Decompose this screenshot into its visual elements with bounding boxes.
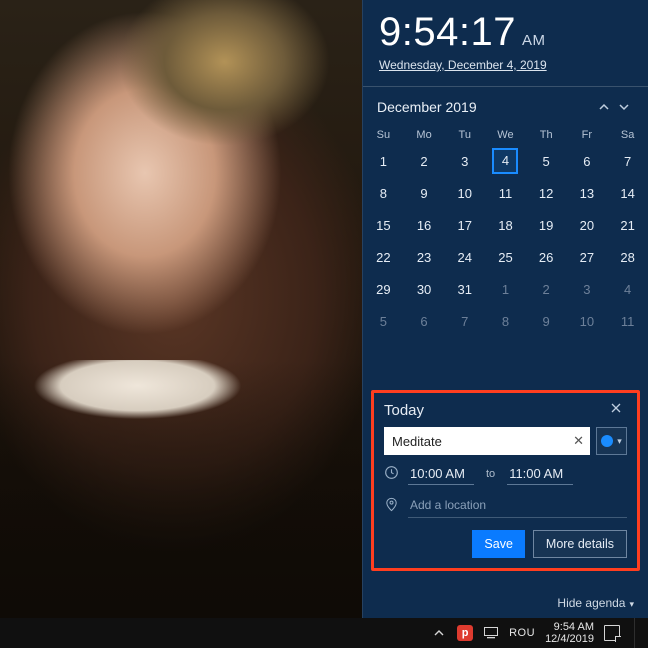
calendar-day[interactable]: 1 <box>492 276 518 302</box>
language-indicator[interactable]: ROU <box>509 627 535 639</box>
calendar-grid: SuMoTuWeThFrSa 1234567891011121314151617… <box>363 125 648 337</box>
calendar-day[interactable]: 15 <box>370 212 396 238</box>
agenda-header: Today <box>384 401 627 419</box>
clock-icon <box>384 465 402 483</box>
calendar-day[interactable]: 7 <box>452 308 478 334</box>
dow-header: Fr <box>567 125 608 145</box>
calendar-day[interactable]: 17 <box>452 212 478 238</box>
location-icon <box>384 497 402 515</box>
taskbar-time: 9:54 AM <box>545 621 594 633</box>
more-details-button[interactable]: More details <box>533 530 627 558</box>
hide-agenda-label: Hide agenda <box>557 596 625 610</box>
calendar-picker[interactable]: ▾ <box>596 427 627 455</box>
calendar-day[interactable]: 1 <box>370 148 396 174</box>
calendar-header: December 2019 <box>363 95 648 119</box>
dow-header: Th <box>526 125 567 145</box>
calendar-day[interactable]: 3 <box>574 276 600 302</box>
taskbar-clock[interactable]: 9:54 AM 12/4/2019 <box>545 621 594 645</box>
calendar-day[interactable]: 19 <box>533 212 559 238</box>
dow-header: Mo <box>404 125 445 145</box>
calendar-day[interactable]: 11 <box>615 308 641 334</box>
calendar-day[interactable]: 9 <box>533 308 559 334</box>
start-time-field[interactable]: 10:00 AM <box>408 463 474 485</box>
dow-header: Sa <box>607 125 648 145</box>
dow-header: We <box>485 125 526 145</box>
calendar-day[interactable]: 2 <box>533 276 559 302</box>
calendar-day[interactable]: 13 <box>574 180 600 206</box>
close-icon[interactable] <box>609 401 627 419</box>
calendar-day[interactable]: 22 <box>370 244 396 270</box>
desktop-wallpaper <box>0 0 362 618</box>
calendar-color-dot <box>601 435 613 447</box>
clock-time-value: 9:54:17 <box>379 10 516 54</box>
calendar-day[interactable]: 9 <box>411 180 437 206</box>
calendar-day[interactable]: 8 <box>492 308 518 334</box>
month-label[interactable]: December 2019 <box>377 99 594 115</box>
location-row <box>384 493 627 518</box>
save-button[interactable]: Save <box>472 530 525 558</box>
clock-time: 9:54:17 AM <box>379 12 632 52</box>
agenda-quickadd: Today ✕ ▾ 10:00 AM to 11:00 AM Save <box>371 390 640 571</box>
clock-ampm: AM <box>522 32 546 49</box>
calendar-day[interactable]: 26 <box>533 244 559 270</box>
calendar-day[interactable]: 2 <box>411 148 437 174</box>
calendar-day[interactable]: 6 <box>411 308 437 334</box>
location-input[interactable] <box>408 493 627 518</box>
calendar-day[interactable]: 18 <box>492 212 518 238</box>
calendar-day[interactable]: 10 <box>574 308 600 334</box>
calendar-day[interactable]: 31 <box>452 276 478 302</box>
ime-icon[interactable] <box>483 625 499 641</box>
calendar-day[interactable]: 10 <box>452 180 478 206</box>
calendar-day[interactable]: 16 <box>411 212 437 238</box>
prev-month-button[interactable] <box>594 95 614 119</box>
calendar-day[interactable]: 4 <box>615 276 641 302</box>
calendar-day[interactable]: 4 <box>492 148 518 174</box>
calendar-day[interactable]: 29 <box>370 276 396 302</box>
calendar-day[interactable]: 24 <box>452 244 478 270</box>
calendar-day[interactable]: 28 <box>615 244 641 270</box>
taskbar-date: 12/4/2019 <box>545 633 594 645</box>
hide-agenda-toggle[interactable]: Hide agenda ▾ <box>557 596 634 610</box>
calendar-day[interactable]: 23 <box>411 244 437 270</box>
clear-title-icon[interactable]: ✕ <box>573 433 584 449</box>
calendar-day[interactable]: 12 <box>533 180 559 206</box>
calendar-day[interactable]: 27 <box>574 244 600 270</box>
tray-app-icon[interactable]: p <box>457 625 473 641</box>
dow-header: Su <box>363 125 404 145</box>
tray-chevron-icon[interactable] <box>431 625 447 641</box>
end-time-field[interactable]: 11:00 AM <box>507 463 573 485</box>
calendar-day[interactable]: 11 <box>492 180 518 206</box>
calendar-day[interactable]: 14 <box>615 180 641 206</box>
agenda-title: Today <box>384 402 609 419</box>
action-center-icon[interactable] <box>604 625 620 641</box>
chevron-down-icon: ▾ <box>617 436 622 447</box>
calendar-day[interactable]: 3 <box>452 148 478 174</box>
calendar-day[interactable]: 21 <box>615 212 641 238</box>
calendar-day[interactable]: 6 <box>574 148 600 174</box>
divider <box>363 86 648 87</box>
calendar-day[interactable]: 25 <box>492 244 518 270</box>
calendar-day[interactable]: 20 <box>574 212 600 238</box>
calendar-flyout: 9:54:17 AM Wednesday, December 4, 2019 De… <box>362 0 648 618</box>
clock-date-link[interactable]: Wednesday, December 4, 2019 <box>379 58 632 72</box>
event-title-input[interactable] <box>384 427 590 455</box>
calendar-day[interactable]: 7 <box>615 148 641 174</box>
calendar-day[interactable]: 30 <box>411 276 437 302</box>
taskbar: p ROU 9:54 AM 12/4/2019 <box>0 618 648 648</box>
to-label: to <box>480 468 501 480</box>
calendar-day[interactable]: 8 <box>370 180 396 206</box>
next-month-button[interactable] <box>614 95 634 119</box>
time-row: 10:00 AM to 11:00 AM <box>384 463 627 485</box>
show-desktop-button[interactable] <box>634 618 640 648</box>
dow-header: Tu <box>444 125 485 145</box>
event-title-row: ✕ ▾ <box>384 427 627 455</box>
agenda-buttons: Save More details <box>384 530 627 558</box>
chevron-down-icon: ▾ <box>629 599 634 609</box>
calendar-day[interactable]: 5 <box>370 308 396 334</box>
calendar-day[interactable]: 5 <box>533 148 559 174</box>
clock-section: 9:54:17 AM Wednesday, December 4, 2019 <box>363 0 648 74</box>
event-title-wrap: ✕ <box>384 427 590 455</box>
